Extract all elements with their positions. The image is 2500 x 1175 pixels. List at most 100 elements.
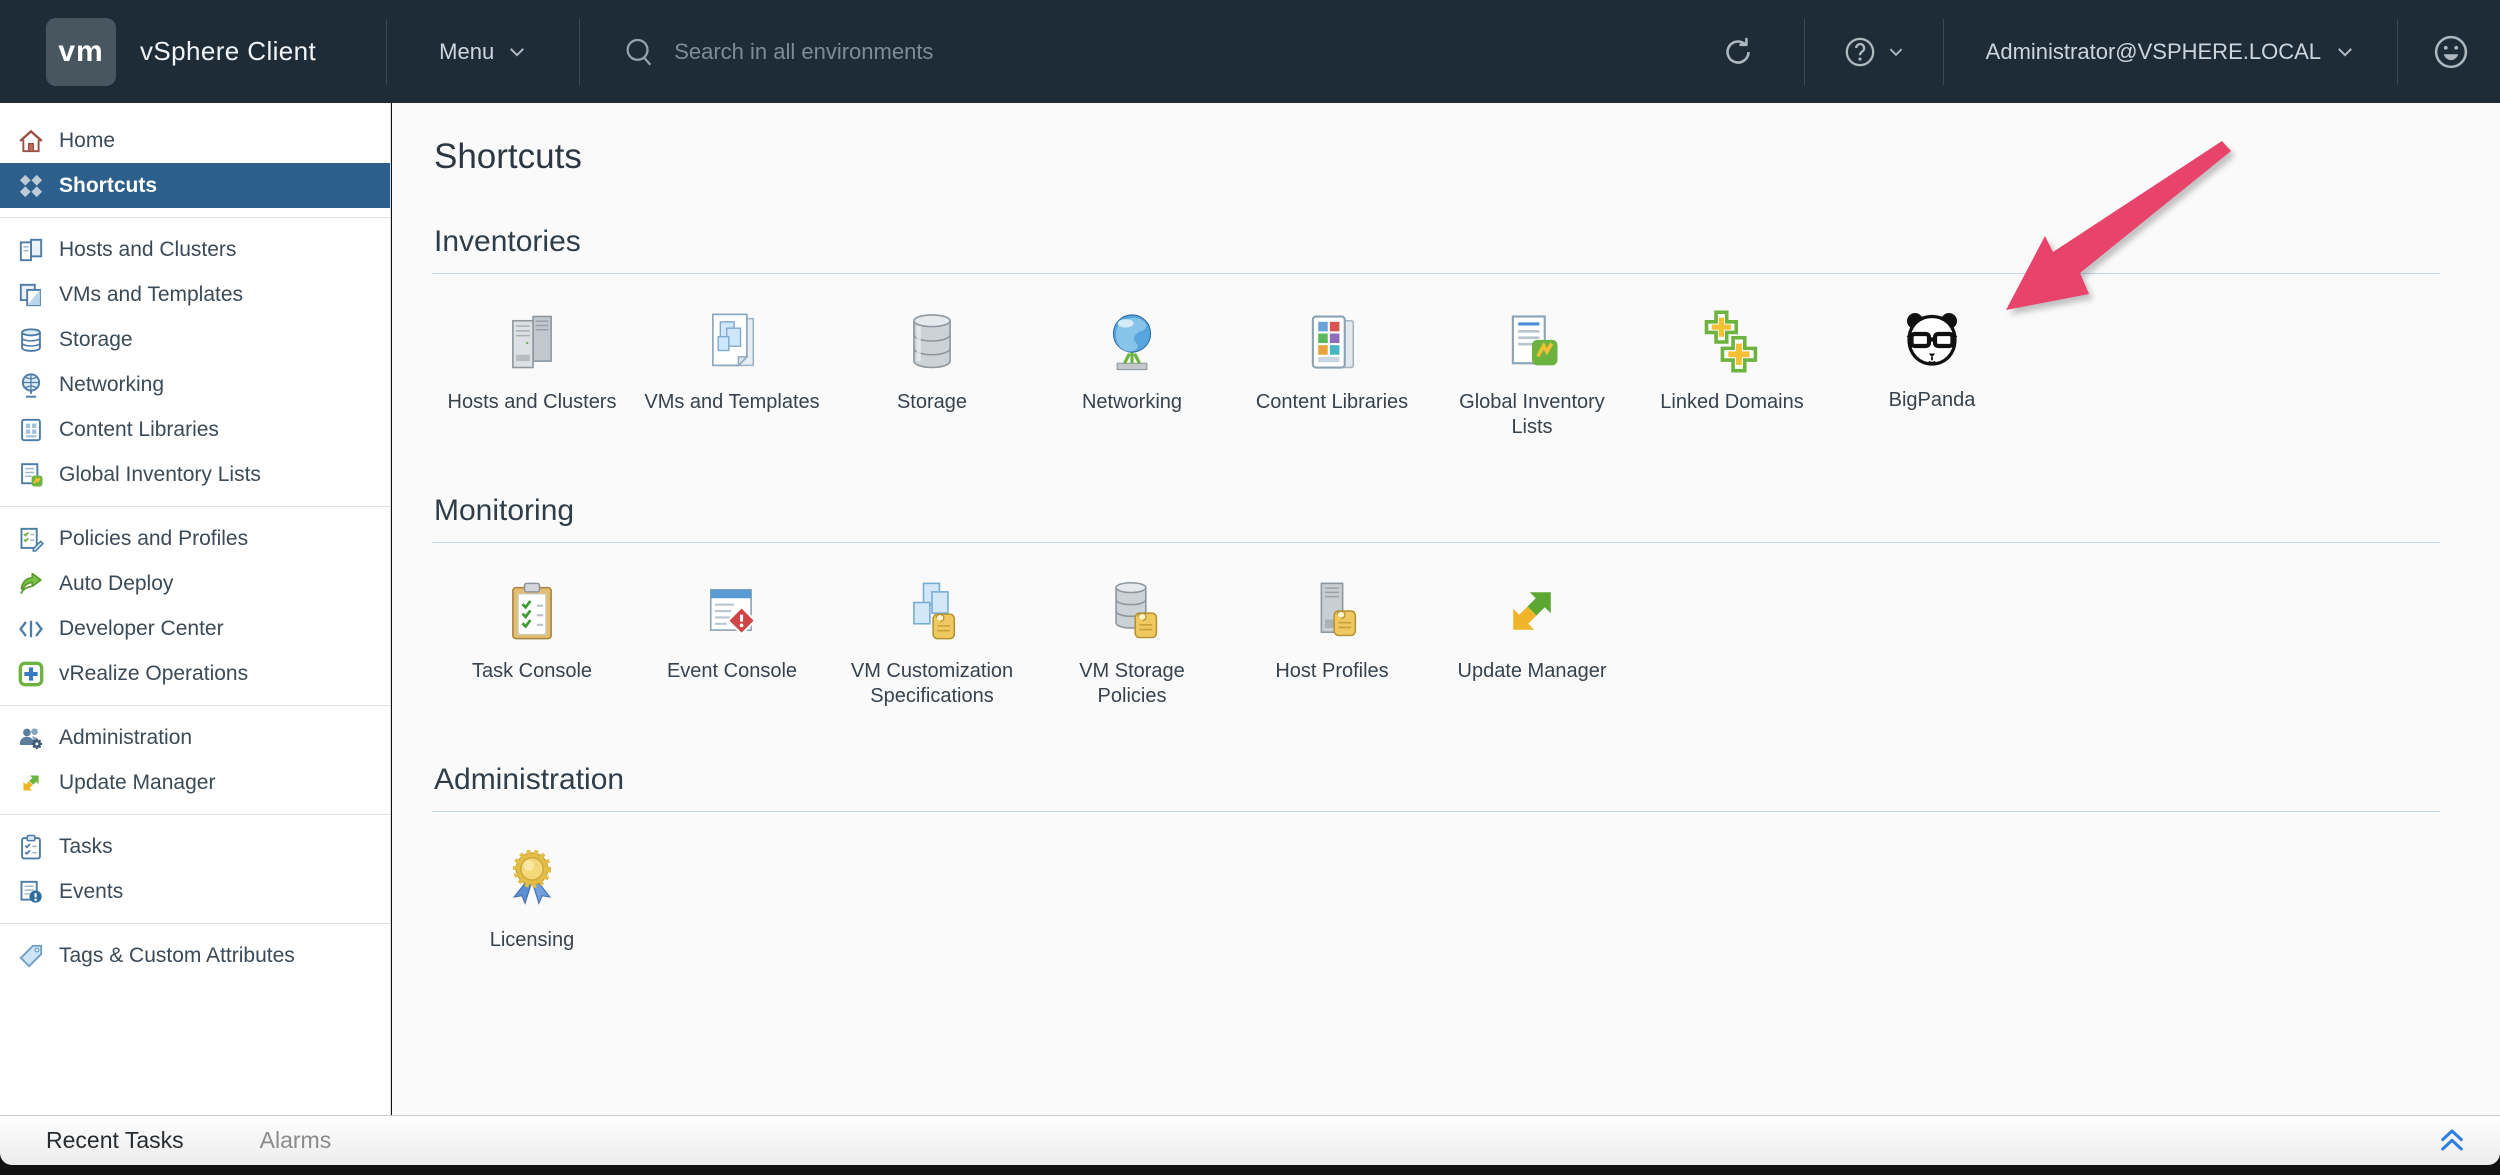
shortcut-label: VMs and Templates bbox=[632, 390, 832, 415]
vmware-logo[interactable]: vm bbox=[46, 18, 116, 86]
sidebar-item-label: VMs and Templates bbox=[59, 283, 243, 307]
vm-storage-policies-icon bbox=[1098, 575, 1166, 647]
storage-icon bbox=[898, 306, 966, 378]
shortcut-label: Linked Domains bbox=[1632, 390, 1832, 415]
sidebar-item-label: Auto Deploy bbox=[59, 572, 173, 596]
sidebar-item-networking[interactable]: Networking bbox=[0, 362, 390, 407]
header-actions: Administrator@VSPHERE.LOCAL bbox=[1720, 19, 2500, 85]
networking-nav-icon bbox=[17, 371, 45, 399]
linked-domains-icon bbox=[1698, 306, 1766, 378]
search-input[interactable] bbox=[672, 38, 1192, 66]
header-divider bbox=[1804, 19, 1805, 85]
vms-templates-icon bbox=[698, 306, 766, 378]
shortcut-host-profiles[interactable]: Host Profiles bbox=[1232, 575, 1432, 709]
sidebar-group: Policies and Profiles Auto Deploy Develope… bbox=[0, 506, 390, 705]
page-title: Shortcuts bbox=[434, 137, 2440, 177]
account-menu[interactable]: Administrator@VSPHERE.LOCAL bbox=[1986, 39, 2355, 65]
shortcut-label: Licensing bbox=[432, 928, 632, 953]
sidebar-item-policies-and-profiles[interactable]: Policies and Profiles bbox=[0, 516, 390, 561]
vms-templates-nav-icon bbox=[17, 281, 45, 309]
shortcuts-icon bbox=[17, 172, 45, 200]
sidebar-item-vms-and-templates[interactable]: VMs and Templates bbox=[0, 272, 390, 317]
section-divider bbox=[432, 273, 2440, 274]
shortcut-global-inventory-lists[interactable]: Global Inventory Lists bbox=[1432, 306, 1632, 440]
sidebar-item-storage[interactable]: Storage bbox=[0, 317, 390, 362]
hosts-clusters-nav-icon bbox=[17, 236, 45, 264]
sidebar-item-label: Policies and Profiles bbox=[59, 527, 248, 551]
shortcut-event-console[interactable]: Event Console bbox=[632, 575, 832, 709]
section-heading: Administration bbox=[434, 763, 2440, 797]
sidebar-item-events[interactable]: Events bbox=[0, 869, 390, 914]
sidebar-item-tasks[interactable]: Tasks bbox=[0, 824, 390, 869]
sidebar-group: Hosts and Clusters VMs and Templates Stora… bbox=[0, 217, 390, 506]
shortcut-task-console[interactable]: Task Console bbox=[432, 575, 632, 709]
sidebar-item-label: Home bbox=[59, 129, 115, 153]
shortcut-update-manager[interactable]: Update Manager bbox=[1432, 575, 1632, 709]
shortcut-linked-domains[interactable]: Linked Domains bbox=[1632, 306, 1832, 440]
global-search[interactable] bbox=[622, 35, 1192, 69]
shortcut-vm-storage-policies[interactable]: VM Storage Policies bbox=[1032, 575, 1232, 709]
menu-button[interactable]: Menu bbox=[439, 39, 527, 65]
section-heading: Inventories bbox=[434, 225, 2440, 259]
sidebar-item-hosts-and-clusters[interactable]: Hosts and Clusters bbox=[0, 227, 390, 272]
help-menu[interactable] bbox=[1843, 35, 1905, 69]
home-icon bbox=[17, 127, 45, 155]
sidebar-item-label: Storage bbox=[59, 328, 133, 352]
shortcut-label: Task Console bbox=[432, 659, 632, 684]
shortcut-hosts-and-clusters[interactable]: Hosts and Clusters bbox=[432, 306, 632, 440]
sidebar-item-label: Administration bbox=[59, 726, 192, 750]
content-libraries-icon bbox=[1298, 306, 1366, 378]
sidebar-item-label: Tags & Custom Attributes bbox=[59, 944, 295, 968]
sidebar-item-label: Networking bbox=[59, 373, 164, 397]
shortcut-bigpanda[interactable]: BigPanda bbox=[1832, 306, 2032, 440]
sidebar-item-administration[interactable]: Administration bbox=[0, 715, 390, 760]
account-label: Administrator@VSPHERE.LOCAL bbox=[1986, 39, 2321, 65]
shortcut-label: Event Console bbox=[632, 659, 832, 684]
tab-alarms[interactable]: Alarms bbox=[260, 1127, 332, 1154]
sidebar-item-shortcuts[interactable]: Shortcuts bbox=[0, 163, 390, 208]
chevron-down-icon bbox=[507, 42, 527, 62]
update-manager-nav-icon bbox=[17, 769, 45, 797]
sidebar-item-auto-deploy[interactable]: Auto Deploy bbox=[0, 561, 390, 606]
header-divider bbox=[579, 19, 580, 85]
shortcut-vms-and-templates[interactable]: VMs and Templates bbox=[632, 306, 832, 440]
expand-panel-icon[interactable] bbox=[2436, 1125, 2468, 1157]
shortcut-storage[interactable]: Storage bbox=[832, 306, 1032, 440]
shortcut-row: Hosts and ClustersVMs and TemplatesStora… bbox=[432, 306, 2440, 448]
sidebar-item-label: Developer Center bbox=[59, 617, 224, 641]
sidebar-item-global-inventory-lists[interactable]: Global Inventory Lists bbox=[0, 452, 390, 497]
sidebar-item-home[interactable]: Home bbox=[0, 118, 390, 163]
shortcut-networking[interactable]: Networking bbox=[1032, 306, 1232, 440]
sidebar-item-developer-center[interactable]: Developer Center bbox=[0, 606, 390, 651]
sidebar-item-tags-custom-attributes[interactable]: Tags & Custom Attributes bbox=[0, 933, 390, 978]
sidebar-item-update-manager[interactable]: Update Manager bbox=[0, 760, 390, 805]
sidebar-item-label: Update Manager bbox=[59, 771, 215, 795]
sidebar-item-label: Tasks bbox=[59, 835, 113, 859]
sidebar-item-label: Events bbox=[59, 880, 123, 904]
chevron-down-icon bbox=[1887, 43, 1905, 61]
sidebar-item-content-libraries[interactable]: Content Libraries bbox=[0, 407, 390, 452]
sidebar-group: Home Shortcuts bbox=[0, 109, 390, 217]
shortcut-licensing[interactable]: Licensing bbox=[432, 844, 632, 953]
feedback-smiley-icon[interactable] bbox=[2432, 33, 2470, 71]
events-nav-icon bbox=[17, 878, 45, 906]
administration-nav-icon bbox=[17, 724, 45, 752]
sidebar-item-vrealize-operations[interactable]: vRealize Operations bbox=[0, 651, 390, 696]
bigpanda-icon bbox=[1900, 306, 1964, 378]
tags-nav-icon bbox=[17, 942, 45, 970]
hosts-clusters-icon bbox=[498, 306, 566, 378]
host-profiles-icon bbox=[1298, 575, 1366, 647]
help-icon bbox=[1843, 35, 1877, 69]
shortcut-vm-customization-specifications[interactable]: VM Customization Specifications bbox=[832, 575, 1032, 709]
shortcut-row: Task ConsoleEvent ConsoleVM Customizatio… bbox=[432, 575, 2440, 717]
sidebar-item-label: Hosts and Clusters bbox=[59, 238, 236, 262]
main-content: Shortcuts InventoriesHosts and ClustersV… bbox=[392, 103, 2500, 1115]
tab-recent-tasks[interactable]: Recent Tasks bbox=[46, 1127, 184, 1154]
tasks-nav-icon bbox=[17, 833, 45, 861]
refresh-icon[interactable] bbox=[1720, 34, 1756, 70]
task-console-icon bbox=[498, 575, 566, 647]
networking-icon bbox=[1098, 306, 1166, 378]
shortcut-content-libraries[interactable]: Content Libraries bbox=[1232, 306, 1432, 440]
app-title: vSphere Client bbox=[140, 36, 316, 67]
storage-nav-icon bbox=[17, 326, 45, 354]
